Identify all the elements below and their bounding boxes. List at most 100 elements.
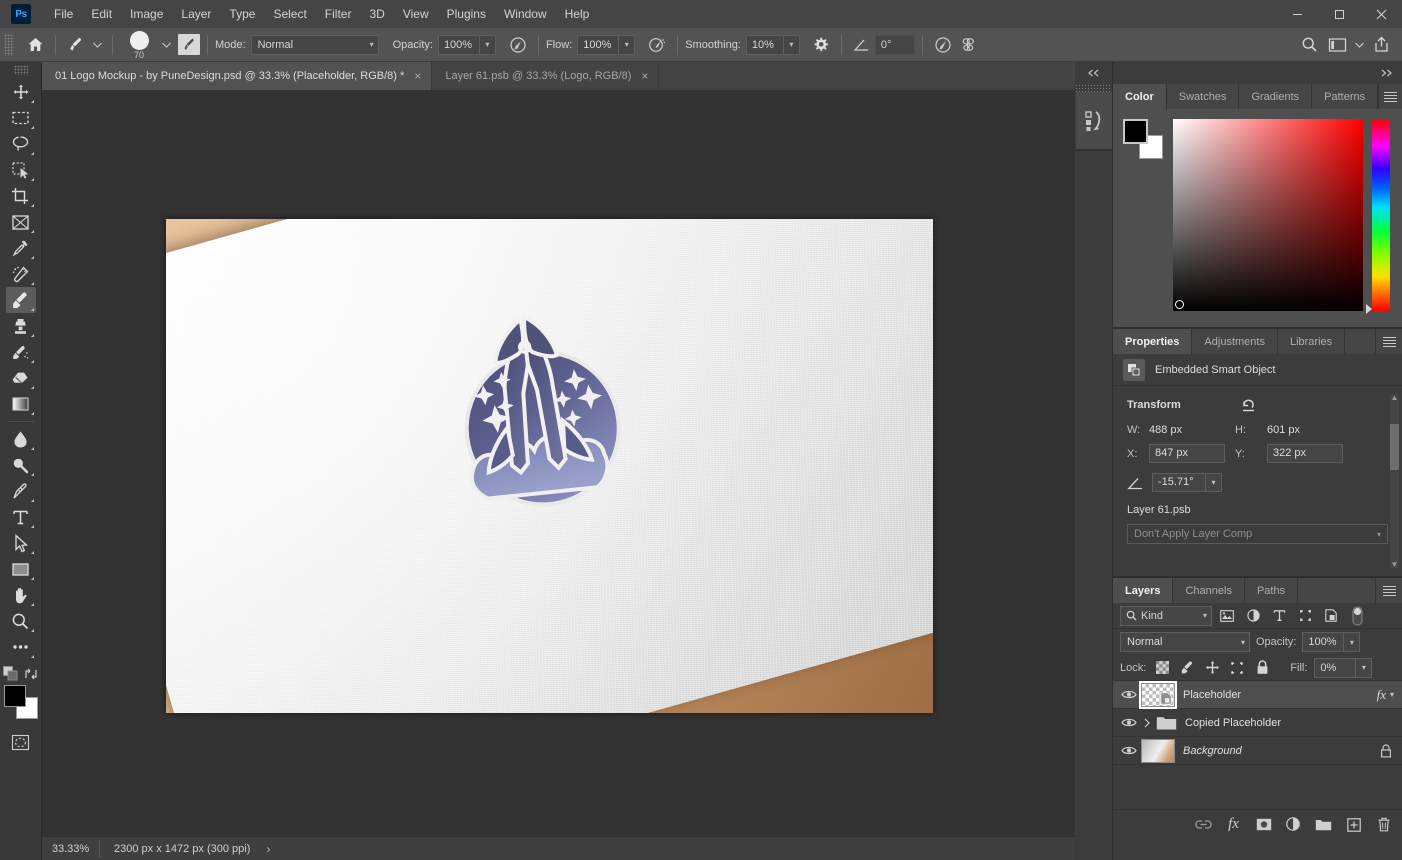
default-colors-icon[interactable] <box>3 666 18 681</box>
new-adjustment-layer-icon[interactable] <box>1285 816 1302 833</box>
share-icon[interactable] <box>1368 33 1394 57</box>
layer-blend-mode-select[interactable]: Normal ▾ <box>1120 632 1250 652</box>
search-icon[interactable] <box>1296 33 1322 57</box>
smoothing-control[interactable]: 10% ▾ <box>746 35 800 55</box>
filter-type-icon[interactable] <box>1268 606 1290 626</box>
add-layer-mask-icon[interactable] <box>1255 816 1272 833</box>
airbrush-icon[interactable] <box>644 33 670 57</box>
smoothing-value[interactable]: 10% <box>746 35 784 55</box>
opacity-value[interactable]: 100% <box>438 35 480 55</box>
menu-filter[interactable]: Filter <box>316 0 361 28</box>
options-bar-grip[interactable] <box>4 34 14 56</box>
brush-angle-value[interactable]: 0° <box>875 35 915 55</box>
layer-fill-value[interactable]: 0% <box>1314 658 1356 678</box>
rectangular-marquee-tool[interactable] <box>6 105 36 131</box>
lasso-tool[interactable] <box>6 131 36 157</box>
add-layer-style-icon[interactable]: fx <box>1225 816 1242 833</box>
object-selection-tool[interactable] <box>6 157 36 183</box>
flow-value[interactable]: 100% <box>577 35 619 55</box>
brush-angle-icon[interactable] <box>849 33 875 57</box>
pressure-size-icon[interactable] <box>930 33 956 57</box>
document-tab-secondary[interactable]: Layer 61.psb @ 33.3% (Logo, RGB/8) × <box>432 62 659 90</box>
eraser-tool[interactable] <box>6 365 36 391</box>
table-row[interactable]: Background <box>1113 737 1402 765</box>
canvas-area[interactable] <box>42 90 1075 836</box>
menu-help[interactable]: Help <box>556 0 599 28</box>
y-input[interactable]: 322 px <box>1267 444 1343 463</box>
home-icon[interactable] <box>22 33 48 57</box>
foreground-color-swatch[interactable] <box>4 685 26 707</box>
lock-all-icon[interactable] <box>1253 659 1271 677</box>
tab-channels[interactable]: Channels <box>1173 578 1244 603</box>
chevron-down-icon[interactable] <box>1352 33 1366 57</box>
blur-tool[interactable] <box>6 426 36 452</box>
pressure-opacity-icon[interactable] <box>505 33 531 57</box>
expand-panels-icon[interactable] <box>1113 62 1402 84</box>
scroll-down-icon[interactable]: ▼ <box>1390 560 1399 569</box>
workspace-icon[interactable] <box>1324 33 1350 57</box>
close-icon[interactable]: × <box>641 69 648 83</box>
layer-name[interactable]: Copied Placeholder <box>1185 717 1402 729</box>
healing-brush-tool[interactable] <box>6 261 36 287</box>
eyedropper-tool[interactable] <box>6 235 36 261</box>
filter-pixel-icon[interactable] <box>1216 606 1238 626</box>
collapse-panels-icon[interactable] <box>1075 62 1112 84</box>
pen-tool[interactable] <box>6 478 36 504</box>
layer-filter-kind-select[interactable]: Kind ▾ <box>1120 606 1212 626</box>
brush-settings-icon[interactable] <box>178 34 200 55</box>
history-brush-tool[interactable] <box>6 339 36 365</box>
layer-visibility-icon[interactable] <box>1117 689 1141 700</box>
type-tool[interactable] <box>6 504 36 530</box>
color-field-picker[interactable] <box>1175 300 1184 309</box>
menu-view[interactable]: View <box>394 0 438 28</box>
libraries-rail-icon[interactable] <box>1076 92 1112 150</box>
swap-colors-icon[interactable] <box>24 667 38 681</box>
tab-layers[interactable]: Layers <box>1113 578 1173 603</box>
blend-mode-dropdown[interactable]: Normal ▾ <box>251 35 379 55</box>
layer-comp-select[interactable]: Don't Apply Layer Comp ▾ <box>1127 524 1388 544</box>
menu-type[interactable]: Type <box>220 0 264 28</box>
chevron-right-icon[interactable]: › <box>266 842 270 856</box>
lock-image-pixels-icon[interactable] <box>1178 659 1196 677</box>
chevron-down-icon[interactable]: ▾ <box>1390 690 1402 699</box>
filter-smart-object-icon[interactable] <box>1320 606 1342 626</box>
tab-patterns[interactable]: Patterns <box>1312 84 1378 109</box>
frame-tool[interactable] <box>6 209 36 235</box>
menu-file[interactable]: File <box>45 0 82 28</box>
layer-name[interactable]: Placeholder <box>1183 689 1377 701</box>
lock-icon[interactable] <box>1380 744 1402 758</box>
table-row[interactable]: Placeholder fx ▾ <box>1113 681 1402 709</box>
layer-effects-indicator[interactable]: fx <box>1377 687 1390 703</box>
panel-menu-icon[interactable] <box>1379 84 1402 109</box>
edit-toolbar[interactable] <box>6 634 36 660</box>
tab-gradients[interactable]: Gradients <box>1239 84 1312 109</box>
menu-window[interactable]: Window <box>495 0 556 28</box>
layer-opacity-value[interactable]: 100% <box>1302 632 1344 652</box>
menu-layer[interactable]: Layer <box>172 0 220 28</box>
rail-grip[interactable] <box>1075 84 1112 92</box>
tab-paths[interactable]: Paths <box>1245 578 1298 603</box>
opacity-control[interactable]: 100% ▾ <box>438 35 496 55</box>
document-canvas[interactable] <box>166 219 933 713</box>
tab-color[interactable]: Color <box>1113 84 1167 109</box>
zoom-level[interactable]: 33.33% <box>42 840 100 858</box>
new-group-icon[interactable] <box>1315 816 1332 833</box>
foreground-color-swatch[interactable] <box>1123 119 1148 144</box>
gear-icon[interactable] <box>808 33 834 57</box>
zoom-tool[interactable] <box>6 608 36 634</box>
document-tab-active[interactable]: 01 Logo Mockup - by PuneDesign.psd @ 33.… <box>42 62 432 90</box>
dodge-tool[interactable] <box>6 452 36 478</box>
filter-shape-icon[interactable] <box>1294 606 1316 626</box>
opacity-caret[interactable]: ▾ <box>480 35 496 55</box>
tab-swatches[interactable]: Swatches <box>1167 84 1240 109</box>
layer-thumbnail[interactable] <box>1141 739 1175 763</box>
layer-visibility-icon[interactable] <box>1117 745 1141 756</box>
layer-opacity-control[interactable]: 100% ▾ <box>1302 632 1360 652</box>
tab-properties[interactable]: Properties <box>1113 329 1192 354</box>
layer-name[interactable]: Background <box>1183 745 1380 757</box>
color-panel-swatches[interactable] <box>1123 119 1163 159</box>
layer-fill-control[interactable]: 0% ▾ <box>1314 658 1372 678</box>
toolbar-grip[interactable] <box>14 65 28 75</box>
minimize-icon[interactable] <box>1276 0 1318 28</box>
chevron-right-icon[interactable] <box>1141 718 1153 728</box>
